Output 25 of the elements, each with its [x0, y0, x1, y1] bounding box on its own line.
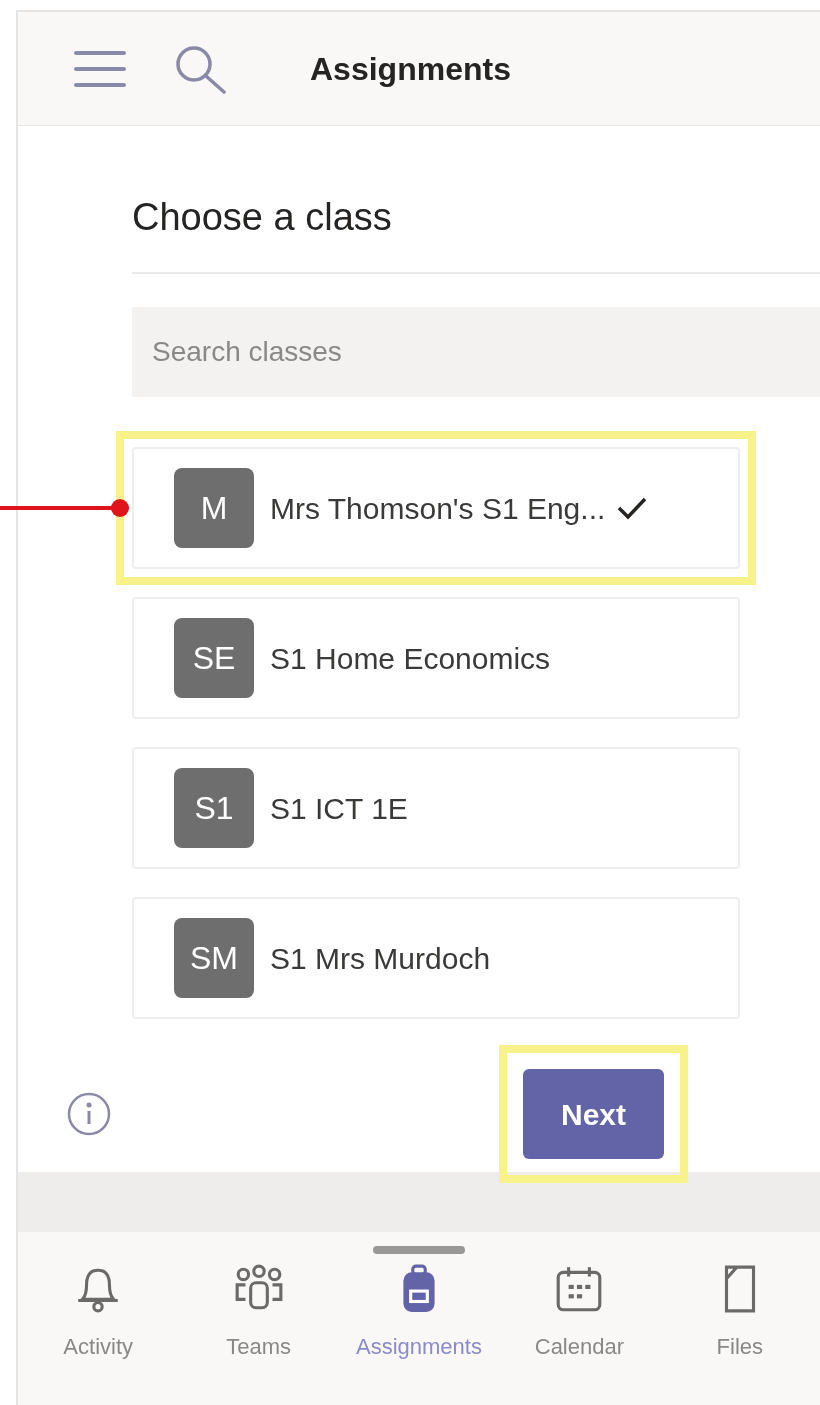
class-avatar: S1 — [174, 768, 254, 848]
class-name: S1 Home Economics — [270, 640, 551, 677]
nav-tab[interactable]: Calendar — [499, 1264, 660, 1363]
page-title: Assignments — [310, 49, 511, 89]
section-heading: Choose a class — [132, 198, 393, 236]
class-list-item[interactable]: SM S1 Mrs Murdoch — [132, 897, 740, 1019]
class-name: Mrs Thomson's S1 Eng... — [270, 490, 606, 527]
next-button[interactable]: Next — [523, 1069, 664, 1159]
class-list-item[interactable]: SE S1 Home Economics — [132, 597, 740, 719]
class-name: S1 ICT 1E — [270, 790, 408, 827]
class-list-item[interactable]: S1 S1 ICT 1E — [132, 747, 740, 869]
search-field[interactable]: Search classes — [132, 307, 820, 397]
class-list-item[interactable]: M Mrs Thomson's S1 Eng... — [132, 447, 740, 569]
nav-tab[interactable]: Teams — [178, 1264, 339, 1363]
class-avatar: SM — [174, 918, 254, 998]
nav-tab[interactable]: Files — [659, 1264, 820, 1363]
class-avatar: SE — [174, 618, 254, 698]
search-icon[interactable] — [174, 43, 228, 94]
class-name: S1 Mrs Murdoch — [270, 940, 491, 977]
nav-tab[interactable]: Assignments — [338, 1264, 500, 1363]
info-icon[interactable] — [66, 1091, 112, 1137]
menu-icon[interactable] — [74, 48, 126, 89]
class-avatar: M — [174, 468, 254, 548]
nav-tab[interactable]: Activity — [18, 1264, 179, 1363]
drag-handle[interactable] — [373, 1246, 465, 1254]
